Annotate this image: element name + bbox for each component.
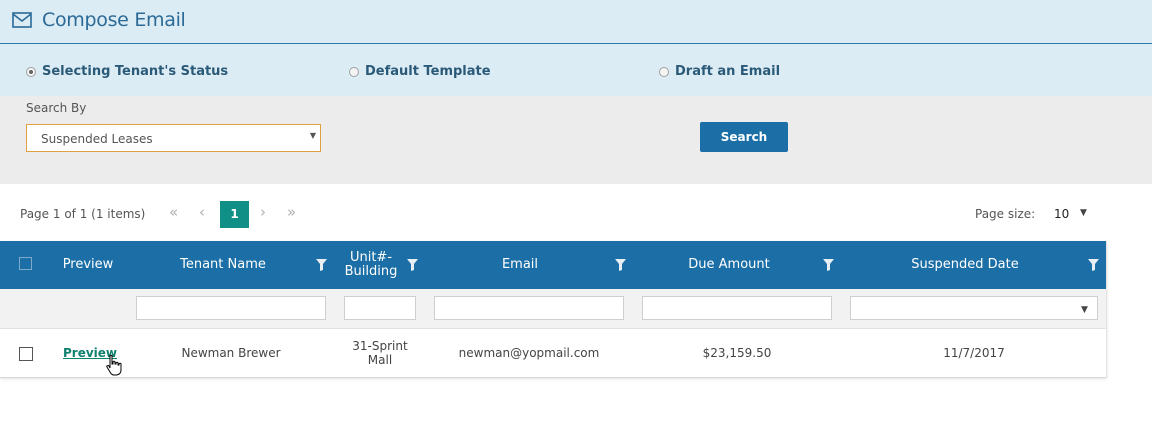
search-button[interactable]: Search <box>700 122 788 152</box>
search-by-label: Search By <box>26 101 87 115</box>
page-info: Page 1 of 1 (1 items) <box>20 207 146 221</box>
search-by-select[interactable]: Suspended Leases ▼ <box>26 124 321 152</box>
page-header: Compose Email <box>0 0 1152 44</box>
unit-building-filter-input[interactable] <box>344 296 416 320</box>
hand-cursor-icon <box>106 354 122 376</box>
column-email[interactable]: Email <box>430 241 610 289</box>
page-size-caret-icon[interactable]: ▼ <box>1080 208 1087 218</box>
tenant-name-filter-input[interactable] <box>136 296 326 320</box>
page-title: Compose Email <box>42 9 186 31</box>
tenant-name-cell: Newman Brewer <box>181 346 281 360</box>
column-tenant-name[interactable]: Tenant Name <box>136 241 310 289</box>
step-default-template[interactable]: Default Template <box>349 64 491 79</box>
due-amount-filter-input[interactable] <box>642 296 832 320</box>
filter-row: ▼ <box>0 289 1106 329</box>
column-preview: Preview <box>62 257 114 272</box>
step-selecting-status[interactable]: Selecting Tenant's Status <box>26 64 229 79</box>
email-cell: newman@yopmail.com <box>458 346 600 360</box>
filter-icon[interactable] <box>407 259 418 271</box>
step-label: Draft an Email <box>675 64 781 79</box>
select-value: Suspended Leases <box>41 132 153 146</box>
step-draft-email[interactable]: Draft an Email <box>659 64 781 79</box>
email-filter-input[interactable] <box>434 296 624 320</box>
page-size-value[interactable]: 10 <box>1054 207 1069 221</box>
filter-icon[interactable] <box>615 259 626 271</box>
prev-page-icon[interactable]: ‹ <box>199 203 205 221</box>
step-label: Default Template <box>365 64 491 79</box>
radio-icon[interactable] <box>659 67 669 77</box>
due-amount-cell: $23,159.50 <box>702 346 772 360</box>
select-all-checkbox[interactable] <box>19 257 32 270</box>
column-unit-building[interactable]: Unit#- Building <box>340 241 402 289</box>
suspended-date-filter-input[interactable] <box>850 296 1098 320</box>
page-size-label: Page size: <box>975 207 1036 221</box>
filter-icon[interactable] <box>1088 259 1099 271</box>
last-page-icon[interactable]: » <box>287 203 296 221</box>
row-checkbox[interactable] <box>19 347 33 361</box>
unit-building-cell: 31-Sprint Mall <box>352 339 408 367</box>
page-number-button[interactable]: 1 <box>220 201 249 228</box>
radio-selected-icon[interactable] <box>26 67 36 77</box>
column-suspended-date[interactable]: Suspended Date <box>848 241 1082 289</box>
table-row: Preview Newman Brewer 31-Sprint Mall new… <box>0 329 1106 377</box>
radio-icon[interactable] <box>349 67 359 77</box>
filter-icon[interactable] <box>823 259 834 271</box>
pager: Page 1 of 1 (1 items) « ‹ 1 › » Page siz… <box>0 184 1152 241</box>
date-filter-caret-icon[interactable]: ▼ <box>1081 305 1088 315</box>
envelope-icon <box>12 12 32 28</box>
grid-header: Preview Tenant Name Unit#- Building Emai… <box>0 241 1106 289</box>
column-due-amount[interactable]: Due Amount <box>640 241 818 289</box>
dropdown-caret-icon[interactable]: ▼ <box>310 131 316 140</box>
suspended-date-cell: 11/7/2017 <box>943 346 1005 360</box>
filter-icon[interactable] <box>316 259 327 271</box>
first-page-icon[interactable]: « <box>169 203 178 221</box>
step-label: Selecting Tenant's Status <box>42 64 229 79</box>
next-page-icon[interactable]: › <box>260 203 266 221</box>
wizard-steps: Selecting Tenant's Status Default Templa… <box>0 44 1152 96</box>
tenant-grid: Preview Tenant Name Unit#- Building Emai… <box>0 241 1107 378</box>
search-panel: Search By Suspended Leases ▼ Search <box>0 96 1152 184</box>
